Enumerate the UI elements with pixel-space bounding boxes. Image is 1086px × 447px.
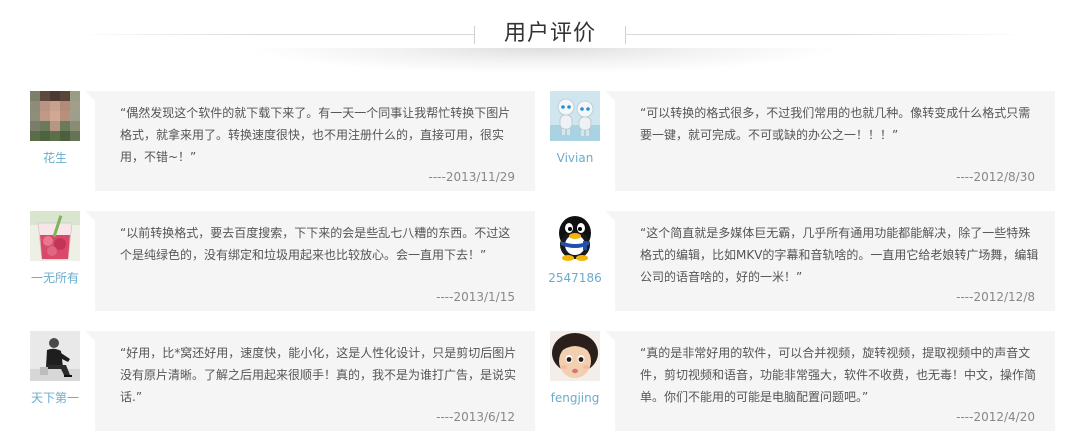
user-name-link[interactable]: 2547186 xyxy=(535,270,615,286)
person-sitting-avatar-icon[interactable] xyxy=(30,331,80,381)
review-card: fengjing “真的是非常好用的软件，可以合并视频，旋转视频，提取视频中的声… xyxy=(550,331,1060,431)
review-text: “可以转换的格式很多，不过我们常用的也就几种。像转变成什么格式只需要一键，就可完… xyxy=(640,106,1031,142)
review-card: 天下第一 “好用，比*窝还好用，速度快，能小化，这是人性化设计，只是剪切后图片没… xyxy=(30,331,540,431)
review-date: ----2013/11/29 xyxy=(428,170,515,184)
review-bubble: “好用，比*窝还好用，速度快，能小化，这是人性化设计，只是剪切后图片没有原片清晰… xyxy=(85,331,535,431)
review-card: 2547186 “这个简直就是多媒体巨无霸，几乎所有通用功能都能解决，除了一些特… xyxy=(548,211,1060,311)
review-text: “好用，比*窝还好用，速度快，能小化，这是人性化设计，只是剪切后图片没有原片清晰… xyxy=(120,346,517,404)
header-tick-right xyxy=(625,26,626,44)
review-bubble: “这个简直就是多媒体巨无霸，几乎所有通用功能都能解决，除了一些特殊格式的编辑，比… xyxy=(605,211,1055,311)
user-name-link[interactable]: 一无所有 xyxy=(15,270,95,286)
review-text: “真的是非常好用的软件，可以合并视频，旋转视频，提取视频中的声音文件，剪切视频和… xyxy=(640,346,1037,404)
user-name-link[interactable]: 花生 xyxy=(15,150,95,166)
drink-glass-avatar-icon[interactable] xyxy=(30,211,80,261)
penguin-avatar-icon[interactable] xyxy=(550,211,600,261)
review-bubble: “以前转换格式，要去百度搜索，下下来的会是些乱七八糟的东西。不过这个是纯绿色的，… xyxy=(85,211,535,311)
review-date: ----2012/8/30 xyxy=(956,170,1035,184)
review-date: ----2012/4/20 xyxy=(956,410,1035,424)
review-card: 一无所有 “以前转换格式，要去百度搜索，下下来的会是些乱七八糟的东西。不过这个是… xyxy=(30,211,540,311)
header-shadow xyxy=(243,48,843,74)
user-name-link[interactable]: fengjing xyxy=(535,390,615,406)
review-text: “偶然发现这个软件的就下载下来了。有一天一个同事让我帮忙转换下图片格式，就拿来用… xyxy=(120,106,511,164)
section-header: 用户评价 xyxy=(0,0,1086,80)
blurred-face-avatar-icon[interactable] xyxy=(30,91,80,141)
review-bubble: “偶然发现这个软件的就下载下来了。有一天一个同事让我帮忙转换下图片格式，就拿来用… xyxy=(85,91,535,191)
review-date: ----2012/12/8 xyxy=(956,290,1035,304)
review-date: ----2013/6/12 xyxy=(436,410,515,424)
section-title: 用户评价 xyxy=(503,21,596,46)
review-date: ----2013/1/15 xyxy=(436,290,515,304)
child-face-avatar-icon[interactable] xyxy=(550,331,600,381)
review-card: 花生 “偶然发现这个软件的就下载下来了。有一天一个同事让我帮忙转换下图片格式，就… xyxy=(30,91,540,191)
header-divider-right xyxy=(625,34,1025,35)
review-bubble: “可以转换的格式很多，不过我们常用的也就几种。像转变成什么格式只需要一键，就可完… xyxy=(605,91,1055,191)
header-divider-left xyxy=(75,34,475,35)
user-name-link[interactable]: Vivian xyxy=(535,150,615,166)
user-name-link[interactable]: 天下第一 xyxy=(15,390,95,406)
robot-pair-avatar-icon[interactable] xyxy=(550,91,600,141)
review-card: Vivian “可以转换的格式很多，不过我们常用的也就几种。像转变成什么格式只需… xyxy=(550,91,1060,191)
review-text: “以前转换格式，要去百度搜索，下下来的会是些乱七八糟的东西。不过这个是纯绿色的，… xyxy=(120,226,511,262)
review-bubble: “真的是非常好用的软件，可以合并视频，旋转视频，提取视频中的声音文件，剪切视频和… xyxy=(605,331,1055,431)
review-text: “这个简直就是多媒体巨无霸，几乎所有通用功能都能解决，除了一些特殊格式的编辑，比… xyxy=(640,226,1039,284)
